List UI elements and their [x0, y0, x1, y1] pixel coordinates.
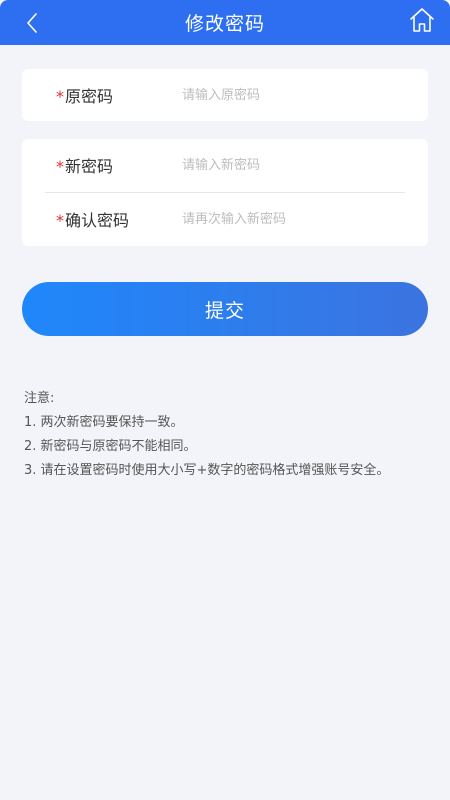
page-title: 修改密码 — [184, 13, 265, 35]
old-password-input[interactable] — [182, 80, 412, 110]
old-password-card: *原密码 — [22, 69, 428, 121]
header-bar: 修改密码 — [0, 0, 450, 45]
old-password-label-text: 原密码 — [65, 87, 114, 106]
required-mark: * — [56, 87, 64, 106]
new-password-card: *新密码 *确认密码 — [22, 139, 428, 246]
confirm-password-row: *确认密码 — [22, 193, 428, 245]
required-mark: * — [56, 211, 64, 230]
old-password-row: *原密码 — [22, 69, 428, 121]
note-item: 3. 请在设置密码时使用大小写+数字的密码格式增强账号安全。 — [24, 463, 390, 478]
new-password-input[interactable] — [182, 150, 412, 180]
home-icon — [410, 8, 434, 32]
new-password-label: *新密码 — [56, 153, 113, 177]
home-button[interactable] — [408, 6, 436, 34]
change-password-screen: 修改密码 *原密码 *新密码 *确认密码 提交 注意: 1. 两次新密码要保持一… — [0, 0, 450, 800]
note-item: 2. 新密码与原密码不能相同。 — [24, 439, 197, 454]
old-password-label: *原密码 — [56, 83, 113, 107]
new-password-row: *新密码 — [22, 139, 428, 191]
submit-button[interactable]: 提交 — [22, 282, 428, 336]
new-password-label-text: 新密码 — [65, 157, 114, 176]
note-item: 1. 两次新密码要保持一致。 — [24, 415, 184, 430]
confirm-password-label-text: 确认密码 — [65, 211, 130, 230]
confirm-password-label: *确认密码 — [56, 207, 129, 231]
required-mark: * — [56, 157, 64, 176]
notes-heading: 注意: — [24, 391, 55, 406]
confirm-password-input[interactable] — [182, 204, 412, 234]
chevron-left-icon — [27, 13, 37, 33]
notes-section: 注意: 1. 两次新密码要保持一致。 2. 新密码与原密码不能相同。 3. 请在… — [24, 387, 414, 483]
back-button[interactable] — [22, 11, 44, 35]
